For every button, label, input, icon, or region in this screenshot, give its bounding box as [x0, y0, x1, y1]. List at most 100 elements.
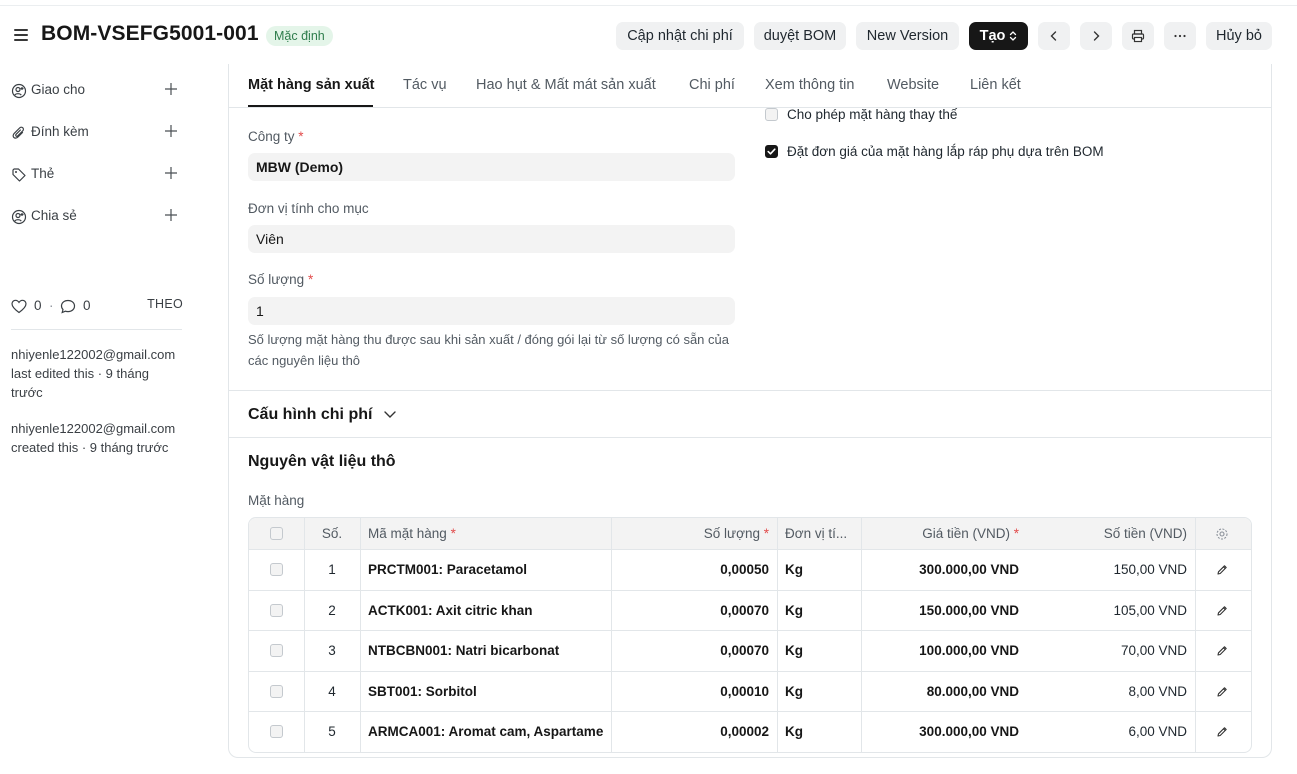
table-row[interactable]: 3 NTBCBN001: Natri bicarbonat 0,00070 Kg 100… — [249, 631, 1251, 672]
select-all-checkbox[interactable] — [270, 527, 283, 540]
table-row[interactable]: 2 ACTK001: Axit citric khan 0,00070 Kg 150.0… — [249, 591, 1251, 632]
check-icon — [767, 148, 776, 155]
table-row[interactable]: 4 SBT001: Sorbitol 0,00010 Kg 80.000,00 VND 8… — [249, 672, 1251, 713]
cell-qty[interactable]: 0,00070 — [611, 591, 777, 631]
tab-operations[interactable]: Tác vụ — [403, 77, 447, 93]
table-row[interactable]: 5 ARMCA001: Aromat cam, Aspartame 0,00002 K… — [249, 712, 1251, 752]
cell-uom[interactable]: Kg — [777, 591, 861, 631]
row-checkbox[interactable] — [270, 684, 283, 698]
cost-config-section-header[interactable]: Cấu hình chi phí — [248, 406, 397, 424]
form-card: Mặt hàng sản xuất Tác vụ Hao hụt & Mất m… — [228, 64, 1272, 758]
follow-button[interactable]: THEO — [147, 297, 183, 311]
checkbox-unchecked[interactable] — [765, 108, 778, 121]
sidebar-item-assign[interactable]: Giao cho — [11, 81, 179, 101]
cell-item-code[interactable]: PRCTM001: Paracetamol — [360, 550, 611, 590]
edit-row-icon[interactable] — [1215, 685, 1229, 699]
col-divider — [360, 518, 361, 752]
cell-uom[interactable]: Kg — [777, 672, 861, 712]
quantity-help-text: Số lượng mặt hàng thu được sau khi sản x… — [248, 332, 729, 368]
printer-icon — [1131, 30, 1145, 43]
table-row[interactable]: 1 PRCTM001: Paracetamol 0,00050 Kg 300.000,0… — [249, 550, 1251, 591]
cell-rate[interactable]: 150.000,00 VND — [861, 591, 1027, 631]
prev-doc-button[interactable] — [1038, 22, 1070, 50]
col-header-uom: Đơn vị tí... — [785, 526, 848, 541]
sidebar-item-tags[interactable]: Thẻ — [11, 165, 179, 185]
cell-item-code[interactable]: SBT001: Sorbitol — [360, 672, 611, 712]
checkbox-checked[interactable] — [765, 145, 778, 158]
cell-qty[interactable]: 0,00010 — [611, 672, 777, 712]
create-button[interactable]: Tạo — [969, 22, 1028, 50]
more-options-button[interactable] — [1164, 22, 1196, 50]
col-header-item-code: Mã mặt hàng * — [360, 518, 611, 550]
cell-amount: 150,00 VND — [1113, 562, 1187, 577]
plus-icon[interactable] — [163, 81, 179, 97]
tab-connections[interactable]: Liên kết — [970, 77, 1021, 93]
status-badge: Mặc định — [266, 26, 333, 46]
sidebar-item-label: Đính kèm — [31, 124, 89, 139]
approve-bom-button[interactable]: duyệt BOM — [754, 22, 846, 50]
col-divider — [861, 518, 862, 752]
cell-item-code[interactable]: ACTK001: Axit citric khan — [360, 591, 611, 631]
gear-icon[interactable] — [1215, 527, 1229, 541]
quantity-field[interactable]: 1 — [248, 297, 735, 325]
sidebar-item-attachments[interactable]: Đính kèm — [11, 123, 179, 143]
comment-icon[interactable] — [60, 299, 76, 314]
share-icon — [11, 209, 27, 225]
allow-alternative-item-checkbox[interactable]: Cho phép mặt hàng thay thế — [765, 107, 1065, 125]
new-version-button[interactable]: New Version — [856, 22, 959, 50]
required-asterisk: * — [307, 272, 314, 287]
activity-user[interactable]: nhiyenle122002@gmail.com — [11, 345, 191, 364]
raw-materials-table: Số. Mã mặt hàng * Số lượng * Đơn vị tí..… — [248, 517, 1252, 753]
cell-no: 4 — [328, 683, 336, 699]
cell-no: 1 — [328, 562, 336, 577]
cell-qty[interactable]: 0,00050 — [611, 550, 777, 590]
plus-icon[interactable] — [163, 123, 179, 139]
edit-row-icon[interactable] — [1215, 725, 1229, 739]
cell-rate[interactable]: 300.000,00 VND — [861, 550, 1027, 590]
update-cost-button[interactable]: Cập nhật chi phí — [616, 22, 744, 50]
sidebar-item-label: Thẻ — [31, 166, 55, 181]
tab-costing[interactable]: Chi phí — [689, 77, 735, 93]
cell-uom[interactable]: Kg — [777, 712, 861, 752]
tab-production-item[interactable]: Mặt hàng sản xuất — [248, 77, 375, 93]
cell-rate[interactable]: 80.000,00 VND — [861, 672, 1027, 712]
required-asterisk: * — [1013, 526, 1019, 541]
cell-rate[interactable]: 300.000,00 VND — [861, 712, 1027, 752]
row-checkbox[interactable] — [270, 644, 283, 658]
col-header-text: Số lượng — [703, 526, 760, 541]
col-divider — [304, 518, 305, 752]
col-header-no: Số. — [321, 526, 343, 541]
print-button[interactable] — [1122, 22, 1154, 50]
required-asterisk: * — [298, 129, 304, 144]
tab-more-info[interactable]: Xem thông tin — [765, 77, 854, 93]
cell-no: 3 — [328, 643, 336, 659]
activity-user[interactable]: nhiyenle122002@gmail.com — [11, 419, 191, 438]
row-checkbox[interactable] — [270, 725, 283, 739]
menu-toggle-icon[interactable] — [14, 29, 28, 41]
cell-uom[interactable]: Kg — [777, 550, 861, 590]
cell-uom[interactable]: Kg — [777, 631, 861, 671]
cell-rate[interactable]: 100.000,00 VND — [861, 631, 1027, 671]
cell-qty[interactable]: 0,00070 — [611, 631, 777, 671]
cell-item-code[interactable]: NTBCBN001: Natri bicarbonat — [360, 631, 611, 671]
set-rate-based-on-bom-checkbox[interactable]: Đặt đơn giá của mặt hàng lắp ráp phụ dựa… — [765, 144, 1165, 162]
uom-field[interactable]: Viên — [248, 225, 735, 253]
sidebar-item-share[interactable]: Chia sẻ — [11, 207, 179, 227]
row-checkbox[interactable] — [270, 563, 283, 576]
sidebar-item-label: Giao cho — [31, 82, 86, 97]
edit-row-icon[interactable] — [1215, 604, 1229, 618]
edit-row-icon[interactable] — [1215, 644, 1229, 658]
cell-qty[interactable]: 0,00002 — [611, 712, 777, 752]
company-label: Công ty * — [248, 129, 304, 144]
cancel-button[interactable]: Hủy bỏ — [1206, 22, 1272, 50]
edit-row-icon[interactable] — [1215, 563, 1229, 577]
next-doc-button[interactable] — [1080, 22, 1112, 50]
plus-icon[interactable] — [163, 207, 179, 223]
tab-website[interactable]: Website — [887, 77, 939, 93]
cell-item-code[interactable]: ARMCA001: Aromat cam, Aspartame — [360, 712, 611, 752]
company-field[interactable]: MBW (Demo) — [248, 153, 735, 181]
heart-icon[interactable] — [11, 299, 27, 314]
tab-scrap-loss[interactable]: Hao hụt & Mất mát sản xuất — [476, 77, 656, 93]
plus-icon[interactable] — [163, 165, 179, 181]
row-checkbox[interactable] — [270, 603, 283, 617]
